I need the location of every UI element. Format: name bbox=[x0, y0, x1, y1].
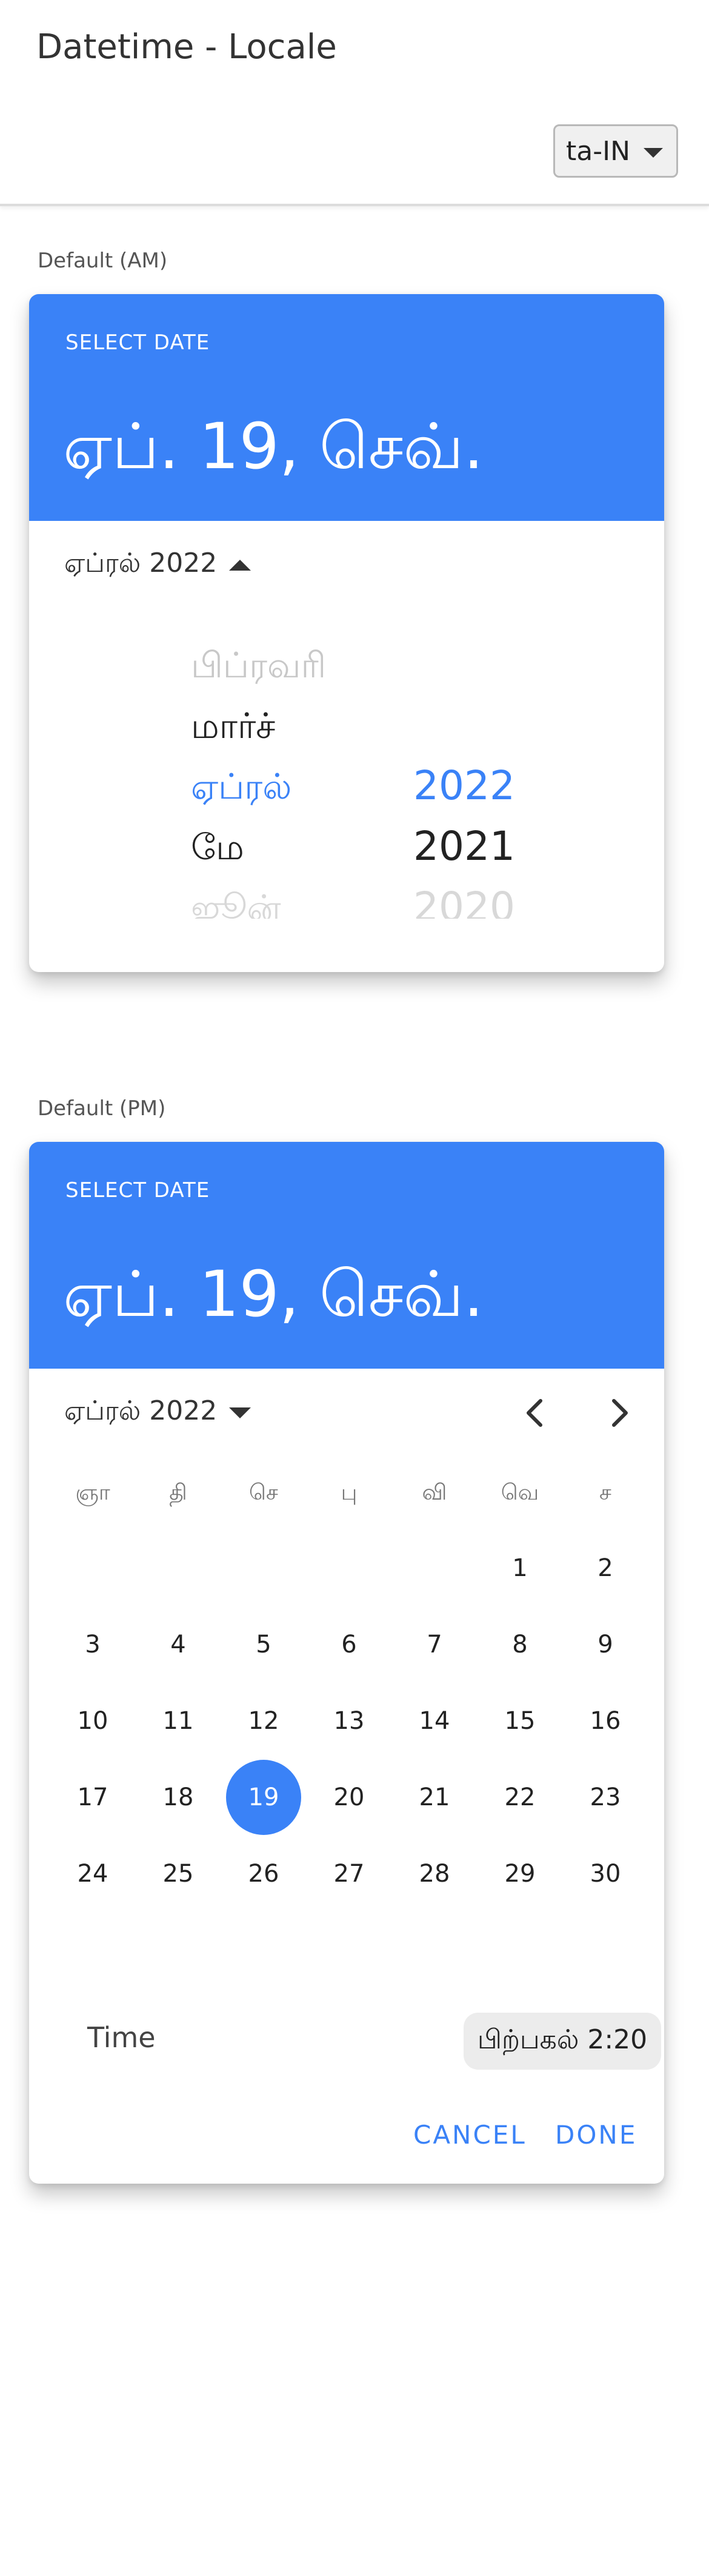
prev-month-button[interactable] bbox=[510, 1389, 559, 1437]
locale-select-value: ta-IN bbox=[566, 135, 630, 167]
month-year-label: ஏப்ரல் 2022 bbox=[64, 1395, 218, 1426]
calendar-day[interactable]: 6 bbox=[311, 1607, 387, 1682]
caret-up-icon bbox=[229, 559, 251, 571]
calendar-day[interactable]: 26 bbox=[226, 1836, 301, 1911]
section-label-pm: Default (PM) bbox=[38, 1096, 166, 1121]
selected-date-display: ஏப். 19, செவ். bbox=[63, 409, 484, 483]
cancel-button[interactable]: CANCEL bbox=[413, 2120, 527, 2150]
done-button[interactable]: DONE bbox=[555, 2120, 637, 2150]
month-year-label: ஏப்ரல் 2022 bbox=[64, 548, 218, 579]
month-year-toggle[interactable]: ஏப்ரல் 2022 bbox=[64, 1395, 251, 1430]
calendar-day[interactable]: 11 bbox=[141, 1683, 216, 1759]
calendar-day[interactable]: 12 bbox=[226, 1683, 301, 1759]
year-wheel-item-selected[interactable]: 2022 bbox=[413, 762, 515, 809]
calendar-day[interactable]: 20 bbox=[311, 1760, 387, 1835]
calendar-day[interactable]: 15 bbox=[482, 1683, 558, 1759]
calendar-day[interactable]: 16 bbox=[568, 1683, 643, 1759]
calendar-day[interactable]: 1 bbox=[482, 1531, 558, 1606]
page-title: Datetime - Locale bbox=[36, 27, 337, 67]
select-date-label: SELECT DATE bbox=[65, 330, 210, 355]
weekday-label: ச bbox=[599, 1480, 611, 1505]
calendar-day[interactable]: 27 bbox=[311, 1836, 387, 1911]
calendar-day[interactable]: 23 bbox=[568, 1760, 643, 1835]
weekday-label: பு bbox=[341, 1480, 358, 1505]
calendar-day[interactable]: 8 bbox=[482, 1607, 558, 1682]
calendar-day[interactable]: 4 bbox=[141, 1607, 216, 1682]
calendar-day[interactable]: 2 bbox=[568, 1531, 643, 1606]
calendar-day[interactable]: 3 bbox=[55, 1607, 130, 1682]
calendar-day[interactable]: 10 bbox=[55, 1683, 130, 1759]
weekday-label: வெ bbox=[501, 1480, 539, 1505]
calendar-day[interactable]: 29 bbox=[482, 1836, 558, 1911]
caret-down-icon bbox=[229, 1407, 251, 1418]
chevron-left-icon bbox=[527, 1399, 542, 1427]
calendar-day[interactable]: 24 bbox=[55, 1836, 130, 1911]
picker-header: SELECT DATE ஏப். 19, செவ். bbox=[29, 1142, 664, 1369]
month-wheel-item[interactable]: மே bbox=[191, 827, 244, 873]
calendar-day[interactable]: 22 bbox=[482, 1760, 558, 1835]
calendar-day[interactable]: 30 bbox=[568, 1836, 643, 1911]
selected-date-display: ஏப். 19, செவ். bbox=[63, 1257, 484, 1331]
select-date-label: SELECT DATE bbox=[65, 1178, 210, 1202]
month-wheel-item[interactable]: மார்ச் bbox=[191, 705, 275, 751]
time-label: Time bbox=[87, 2021, 156, 2054]
weekday-label: தி bbox=[169, 1480, 187, 1505]
calendar-day[interactable]: 21 bbox=[397, 1760, 472, 1835]
app-header: Datetime - Locale ta-IN bbox=[0, 0, 709, 206]
calendar-day[interactable]: 14 bbox=[397, 1683, 472, 1759]
weekday-label: ஞா bbox=[75, 1480, 110, 1505]
calendar-day[interactable]: 28 bbox=[397, 1836, 472, 1911]
caret-down-icon bbox=[644, 148, 663, 158]
weekday-label: வி bbox=[422, 1480, 447, 1505]
datetime-picker-am: SELECT DATE ஏப். 19, செவ். ஏப்ரல் 2022 ப… bbox=[29, 294, 664, 972]
calendar-day[interactable]: 18 bbox=[141, 1760, 216, 1835]
section-label-am: Default (AM) bbox=[38, 249, 168, 273]
year-wheel-item[interactable]: 2020 bbox=[413, 884, 515, 919]
calendar-day[interactable]: 7 bbox=[397, 1607, 472, 1682]
calendar-day[interactable]: 25 bbox=[141, 1836, 216, 1911]
time-input-button[interactable]: பிற்பகல் 2:20 bbox=[464, 2013, 661, 2070]
calendar-day[interactable]: 17 bbox=[55, 1760, 130, 1835]
datetime-picker-pm: SELECT DATE ஏப். 19, செவ். ஏப்ரல் 2022 ஞ… bbox=[29, 1142, 664, 2184]
picker-header: SELECT DATE ஏப். 19, செவ். bbox=[29, 294, 664, 521]
month-year-toggle[interactable]: ஏப்ரல் 2022 bbox=[64, 548, 251, 582]
locale-select[interactable]: ta-IN bbox=[553, 124, 678, 178]
calendar-day[interactable]: 5 bbox=[226, 1607, 301, 1682]
year-wheel-item[interactable]: 2021 bbox=[413, 823, 515, 870]
weekday-label: செ bbox=[249, 1480, 278, 1505]
calendar-day[interactable]: 13 bbox=[311, 1683, 387, 1759]
chevron-right-icon bbox=[612, 1399, 628, 1427]
month-wheel-item[interactable]: பிப்ரவரி bbox=[191, 645, 326, 691]
next-month-button[interactable] bbox=[596, 1389, 644, 1437]
month-wheel-item-selected[interactable]: ஏப்ரல் bbox=[191, 766, 291, 812]
calendar-day[interactable]: 9 bbox=[568, 1607, 643, 1682]
calendar-day-selected[interactable]: 19 bbox=[226, 1760, 301, 1835]
month-wheel-item[interactable]: ஜூன் bbox=[191, 887, 281, 919]
